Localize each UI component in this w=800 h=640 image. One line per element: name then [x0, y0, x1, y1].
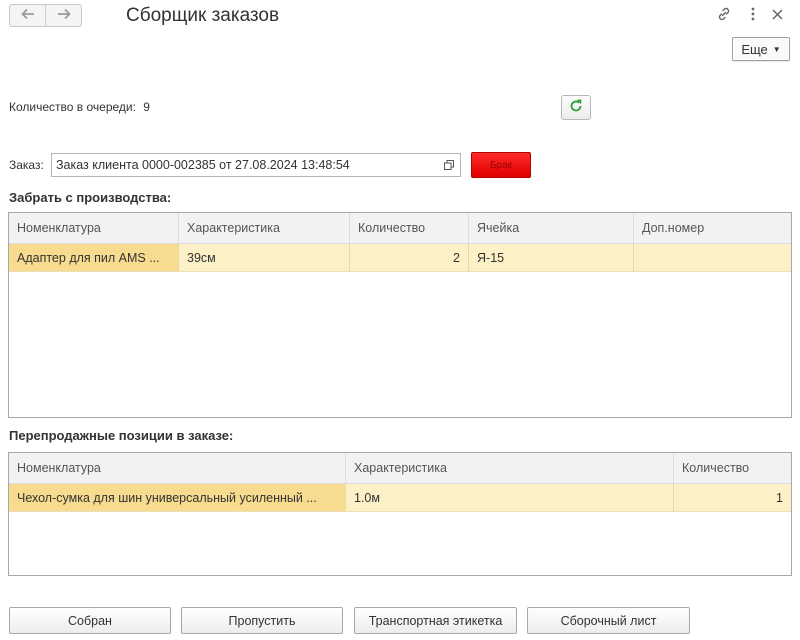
link-icon[interactable] — [715, 5, 733, 23]
table-header: Номенклатура Характеристика Количество — [9, 453, 791, 484]
table-row[interactable]: Адаптер для пил AMS ... 39см 2 Я-15 — [9, 244, 791, 272]
production-section-title: Забрать с производства: — [9, 190, 172, 205]
resale-table: Номенклатура Характеристика Количество Ч… — [8, 452, 792, 576]
table-row[interactable]: Чехол-сумка для шин универсальный усилен… — [9, 484, 791, 512]
column-header[interactable]: Количество — [350, 213, 469, 243]
table-cell[interactable]: 2 — [350, 244, 469, 271]
forward-button[interactable] — [45, 5, 81, 26]
table-cell[interactable]: 1.0м — [346, 484, 674, 511]
assembly-sheet-button-label: Сборочный лист — [560, 613, 657, 628]
more-button-label: Еще — [741, 41, 768, 57]
refresh-icon — [569, 99, 583, 116]
table-cell[interactable] — [634, 244, 791, 271]
transport-label-button-label: Транспортная этикетка — [368, 613, 503, 628]
arrow-left-icon — [20, 8, 35, 23]
table-cell[interactable]: 39см — [179, 244, 350, 271]
table-cell[interactable]: Адаптер для пил AMS ... — [9, 244, 179, 271]
skip-button-label: Пропустить — [228, 613, 296, 628]
table-header: Номенклатура Характеристика Количество Я… — [9, 213, 791, 244]
production-table: Номенклатура Характеристика Количество Я… — [8, 212, 792, 418]
table-cell[interactable]: Я-15 — [469, 244, 634, 271]
order-field-value: Заказ клиента 0000-002385 от 27.08.2024 … — [56, 158, 350, 172]
skip-button[interactable]: Пропустить — [181, 607, 343, 634]
resale-section-title: Перепродажные позиции в заказе: — [9, 428, 234, 443]
open-form-icon[interactable] — [438, 154, 460, 176]
column-header[interactable]: Доп.номер — [634, 213, 791, 243]
close-icon[interactable] — [768, 5, 786, 23]
queue-count: 9 — [143, 100, 150, 114]
column-header[interactable]: Номенклатура — [9, 213, 179, 243]
navigation-buttons — [9, 4, 82, 27]
column-header[interactable]: Количество — [674, 453, 791, 483]
order-label: Заказ: — [9, 158, 44, 172]
arrow-right-icon — [57, 8, 71, 23]
column-header[interactable]: Характеристика — [179, 213, 350, 243]
table-cell[interactable]: 1 — [674, 484, 791, 511]
chevron-down-icon: ▼ — [772, 44, 781, 54]
more-button[interactable]: Еще ▼ — [732, 37, 790, 61]
queue-label: Количество в очереди: — [9, 100, 136, 114]
queue-count-text: Количество в очереди: 9 — [9, 100, 150, 114]
assembled-button[interactable]: Собран — [9, 607, 171, 634]
order-field[interactable]: Заказ клиента 0000-002385 от 27.08.2024 … — [51, 153, 461, 177]
table-cell[interactable]: Чехол-сумка для шин универсальный усилен… — [9, 484, 346, 511]
defect-button[interactable]: Брак — [471, 152, 531, 178]
defect-button-label: Брак — [489, 159, 513, 171]
transport-label-button[interactable]: Транспортная этикетка — [354, 607, 517, 634]
column-header[interactable]: Характеристика — [346, 453, 674, 483]
assembly-sheet-button[interactable]: Сборочный лист — [527, 607, 690, 634]
column-header[interactable]: Ячейка — [469, 213, 634, 243]
page-title: Сборщик заказов — [126, 5, 280, 26]
refresh-button[interactable] — [561, 95, 591, 120]
more-vertical-icon[interactable] — [744, 5, 762, 23]
back-button[interactable] — [10, 5, 45, 26]
column-header[interactable]: Номенклатура — [9, 453, 346, 483]
assembled-button-label: Собран — [68, 613, 112, 628]
